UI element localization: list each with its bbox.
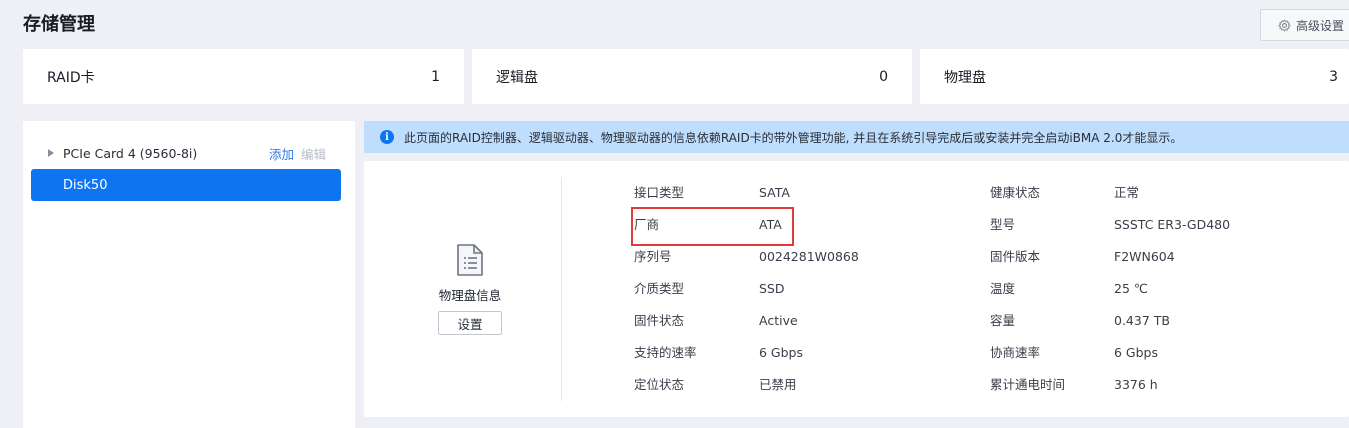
summary-count: 1 bbox=[431, 68, 440, 85]
tree-node-label: PCIe Card 4 (9560-8i) bbox=[63, 145, 198, 161]
field-value: 25 ℃ bbox=[1114, 281, 1148, 296]
disk-info-caption: 物理盘信息 bbox=[438, 288, 502, 303]
field-value: 已禁用 bbox=[759, 377, 797, 392]
field-value: 正常 bbox=[1114, 185, 1140, 200]
field-label: 支持的速率 bbox=[634, 345, 697, 360]
field-label: 接口类型 bbox=[634, 185, 685, 200]
field-value: 0.437 TB bbox=[1114, 313, 1170, 328]
page-title: 存储管理 bbox=[23, 14, 95, 35]
field-value: SSD bbox=[759, 281, 785, 296]
field-label: 定位状态 bbox=[634, 377, 685, 392]
document-list-icon bbox=[457, 244, 483, 276]
summary-card-raid[interactable]: RAID卡 1 bbox=[23, 49, 464, 104]
field-value: 6 Gbps bbox=[759, 345, 803, 360]
physical-drive-detail-panel: 物理盘信息 设置 接口类型 SATA 厂商 ATA 序列号 0024281W08… bbox=[364, 161, 1349, 417]
tree-item-selected-disk[interactable]: Disk50 bbox=[31, 169, 341, 201]
field-label: 协商速率 bbox=[990, 345, 1041, 360]
advanced-settings-label: 高级设置 bbox=[1296, 18, 1345, 33]
divider bbox=[561, 177, 562, 401]
field-value: 0024281W0868 bbox=[759, 249, 859, 264]
summary-card-logical-drives[interactable]: 逻辑盘 0 bbox=[472, 49, 912, 104]
vendor-highlight-box bbox=[631, 207, 794, 246]
field-label: 固件状态 bbox=[634, 313, 685, 328]
info-icon: i bbox=[380, 130, 394, 144]
info-notice: i 此页面的RAID控制器、逻辑驱动器、物理驱动器的信息依赖RAID卡的带外管理… bbox=[364, 121, 1349, 153]
summary-label: 物理盘 bbox=[944, 69, 986, 86]
summary-count: 3 bbox=[1329, 68, 1338, 85]
advanced-settings-button[interactable]: 高级设置 bbox=[1260, 9, 1349, 41]
edit-link[interactable]: 编辑 bbox=[301, 144, 326, 163]
field-value: 6 Gbps bbox=[1114, 345, 1158, 360]
storage-tree-panel: PCIe Card 4 (9560-8i) 添加 编辑 Disk50 bbox=[23, 121, 355, 428]
field-value: Active bbox=[759, 313, 798, 328]
field-label: 介质类型 bbox=[634, 281, 685, 296]
field-label: 容量 bbox=[990, 313, 1016, 328]
field-value: SSSTC ER3-GD480 bbox=[1114, 217, 1231, 232]
caret-right-icon[interactable] bbox=[48, 149, 54, 157]
field-label: 健康状态 bbox=[990, 185, 1041, 200]
summary-label: RAID卡 bbox=[47, 69, 95, 86]
gear-icon bbox=[1278, 19, 1291, 31]
disk-settings-button[interactable]: 设置 bbox=[438, 311, 502, 335]
field-label: 型号 bbox=[990, 217, 1016, 232]
add-link[interactable]: 添加 bbox=[269, 144, 294, 163]
field-value: SATA bbox=[759, 185, 790, 200]
tree-node-controller[interactable]: PCIe Card 4 (9560-8i) 添加 编辑 bbox=[23, 141, 355, 165]
field-label: 温度 bbox=[990, 281, 1016, 296]
field-value: F2WN604 bbox=[1114, 249, 1175, 264]
summary-count: 0 bbox=[879, 68, 888, 85]
summary-card-physical-drives[interactable]: 物理盘 3 bbox=[920, 49, 1349, 104]
field-label: 固件版本 bbox=[990, 249, 1041, 264]
summary-label: 逻辑盘 bbox=[496, 69, 538, 86]
field-label: 序列号 bbox=[634, 249, 672, 264]
field-label: 累计通电时间 bbox=[990, 377, 1066, 392]
notice-text: 此页面的RAID控制器、逻辑驱动器、物理驱动器的信息依赖RAID卡的带外管理功能… bbox=[404, 130, 1183, 145]
field-value: 3376 h bbox=[1114, 377, 1158, 392]
storage-management-page: 存储管理 高级设置 RAID卡 1 逻辑盘 0 物理盘 3 PCIe Card … bbox=[0, 0, 1349, 428]
